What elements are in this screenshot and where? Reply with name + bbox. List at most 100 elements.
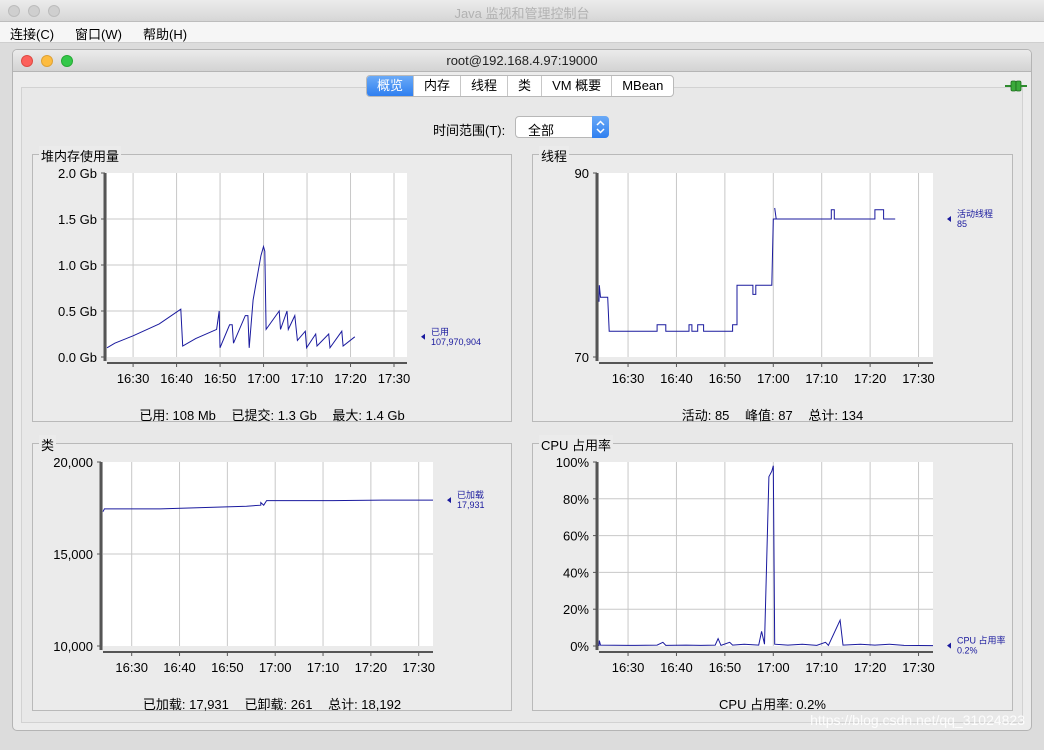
threads-y-tick-label: 70 (575, 350, 589, 365)
app-titlebar: Java 监视和管理控制台 (0, 0, 1044, 22)
cpu-legend-value: 0.2% (957, 646, 978, 656)
tab-mbean[interactable]: MBean (611, 76, 673, 96)
heap-x-tick-label: 17:30 (378, 371, 411, 386)
classes-x-tick-label: 16:40 (163, 660, 196, 675)
cpu-x-tick-label: 16:40 (660, 660, 693, 675)
classes-x-tick-label: 17:30 (402, 660, 435, 675)
classes-legend-value: 17,931 (457, 500, 485, 510)
heap-panel: 堆内存使用量 0.0 Gb 0.5 Gb 1.0 Gb 1.5 Gb 2.0 Gb 16:… (32, 146, 512, 424)
cpu-y-tick-label: 20% (563, 602, 589, 617)
threads-x-tick-label: 16:50 (709, 371, 742, 386)
chevron-updown-icon (592, 116, 609, 138)
classes-unloaded: 已卸载: 261 (244, 697, 313, 712)
tab-memory[interactable]: 内存 (413, 76, 460, 96)
time-range-value: 全部 (528, 123, 555, 138)
tab-vm-summary[interactable]: VM 概要 (541, 76, 611, 96)
threads-x-tick-label: 17:30 (902, 371, 935, 386)
classes-y-tick-label: 15,000 (53, 547, 93, 562)
tab-threads[interactable]: 线程 (460, 76, 507, 96)
cpu-panel: CPU 占用率 0% 20% 40% 60% 80% 100% 16:30 16:40 16:5… (532, 435, 1013, 713)
threads-legend-value: 85 (957, 219, 967, 229)
connection-plug-icon[interactable] (1005, 80, 1027, 92)
heap-used: 已用: 108 Mb (139, 408, 216, 423)
classes-y-tick-label: 20,000 (53, 455, 93, 470)
threads-x-tick-label: 16:30 (612, 371, 645, 386)
classes-x-tick-label: 17:00 (259, 660, 292, 675)
tab-overview[interactable]: 概览 (367, 76, 414, 96)
cpu-x-tick-label: 16:50 (709, 660, 742, 675)
threads-plot-area (599, 173, 933, 357)
heap-x-tick-label: 16:50 (204, 371, 237, 386)
cpu-y-tick-label: 0% (570, 639, 589, 654)
heap-y-tick-label: 0.0 Gb (58, 350, 97, 365)
classes-legend-marker (447, 497, 451, 504)
heap-committed: 已提交: 1.3 Gb (231, 408, 317, 423)
cpu-plot-area (599, 462, 933, 646)
watermark: https://blog.csdn.net/qq_31024823 (810, 712, 1025, 728)
heap-y-tick-label: 1.0 Gb (58, 258, 97, 273)
heap-footer: 已用: 108 Mb 已提交: 1.3 Gb 最大: 1.4 Gb (33, 405, 511, 424)
cpu-x-tick-label: 16:30 (612, 660, 645, 675)
threads-x-tick-label: 16:40 (660, 371, 693, 386)
window-title: root@192.168.4.97:19000 (446, 53, 598, 68)
heap-legend-name: 已用 (431, 327, 449, 337)
cpu-x-tick-label: 17:30 (902, 660, 935, 675)
cpu-footer: CPU 占用率: 0.2% (533, 694, 1012, 713)
classes-panel: 类 10,000 15,000 20,000 16:30 16:40 16:50 17:00… (32, 435, 512, 713)
cpu-y-tick-label: 100% (556, 455, 590, 470)
classes-chart: 10,000 15,000 20,000 16:30 16:40 16:50 17:00 17… (53, 455, 485, 675)
menu-window[interactable]: 窗口(W) (75, 24, 122, 43)
cpu-y-tick-label: 40% (563, 565, 589, 580)
threads-legend-name: 活动线程 (957, 208, 993, 219)
threads-y-tick-label: 90 (575, 166, 589, 181)
menu-connection[interactable]: 连接(C) (10, 24, 54, 43)
threads-footer: 活动: 85 峰值: 87 总计: 134 (533, 405, 1012, 424)
heap-x-tick-label: 17:00 (247, 371, 280, 386)
menu-bar: 连接(C) 窗口(W) 帮助(H) (0, 22, 1044, 43)
cpu-chart: 0% 20% 40% 60% 80% 100% 16:30 16:40 16:50 17:00 17… (556, 455, 1006, 675)
heap-chart: 0.0 Gb 0.5 Gb 1.0 Gb 1.5 Gb 2.0 Gb 16:30 16:40… (58, 166, 481, 386)
threads-x-tick-label: 17:00 (757, 371, 790, 386)
cpu-x-tick-label: 17:00 (757, 660, 790, 675)
classes-total: 总计: 18,192 (328, 697, 402, 712)
heap-y-tick-label: 0.5 Gb (58, 304, 97, 319)
time-range-select[interactable]: 全部 (515, 116, 609, 138)
heap-y-tick-label: 1.5 Gb (58, 212, 97, 227)
classes-legend-name: 已加载 (457, 489, 484, 500)
heap-legend-marker (421, 333, 425, 340)
classes-footer: 已加载: 17,931 已卸载: 261 总计: 18,192 (33, 694, 511, 713)
cpu-usage: CPU 占用率: 0.2% (719, 697, 826, 712)
app-title: Java 监视和管理控制台 (454, 6, 590, 21)
cpu-legend-name: CPU 占用率 (957, 635, 1006, 646)
cpu-y-tick-label: 80% (563, 492, 589, 507)
tab-bar: 概览 内存 线程 类 VM 概要 MBean (366, 75, 675, 97)
heap-y-tick-label: 2.0 Gb (58, 166, 97, 181)
heap-x-tick-label: 17:10 (291, 371, 324, 386)
classes-x-tick-label: 16:50 (211, 660, 244, 675)
heap-legend-value: 107,970,904 (431, 337, 481, 347)
time-range-label: 时间范围(T): (433, 123, 506, 138)
heap-x-tick-label: 16:30 (117, 371, 150, 386)
classes-x-tick-label: 17:10 (307, 660, 340, 675)
threads-x-tick-label: 17:20 (854, 371, 887, 386)
connection-window: root@192.168.4.97:19000 概览 内存 线程 类 VM 概要… (12, 49, 1032, 731)
threads-chart: 70 90 16:30 16:40 16:50 17:00 17:10 17:20 17:30 活… (575, 166, 993, 386)
threads-x-tick-label: 17:10 (805, 371, 838, 386)
threads-legend-marker (947, 216, 951, 222)
heap-x-tick-label: 16:40 (160, 371, 193, 386)
heap-max: 最大: 1.4 Gb (332, 408, 405, 423)
window-titlebar: root@192.168.4.97:19000 (13, 50, 1031, 72)
cpu-y-tick-label: 60% (563, 529, 589, 544)
cpu-legend-marker (947, 642, 951, 649)
classes-x-tick-label: 17:20 (355, 660, 388, 675)
threads-peak: 峰值: 87 (745, 408, 793, 423)
threads-live: 活动: 85 (681, 408, 730, 423)
tab-classes[interactable]: 类 (507, 76, 541, 96)
heap-x-tick-label: 17:20 (334, 371, 367, 386)
cpu-x-tick-label: 17:20 (854, 660, 887, 675)
classes-x-tick-label: 16:30 (115, 660, 148, 675)
threads-total: 总计: 134 (808, 408, 864, 423)
threads-panel: 线程 70 90 16:30 16:40 16:50 17:00 17:10 17:20 17:… (532, 146, 1013, 424)
menu-help[interactable]: 帮助(H) (143, 24, 187, 43)
cpu-x-tick-label: 17:10 (805, 660, 838, 675)
